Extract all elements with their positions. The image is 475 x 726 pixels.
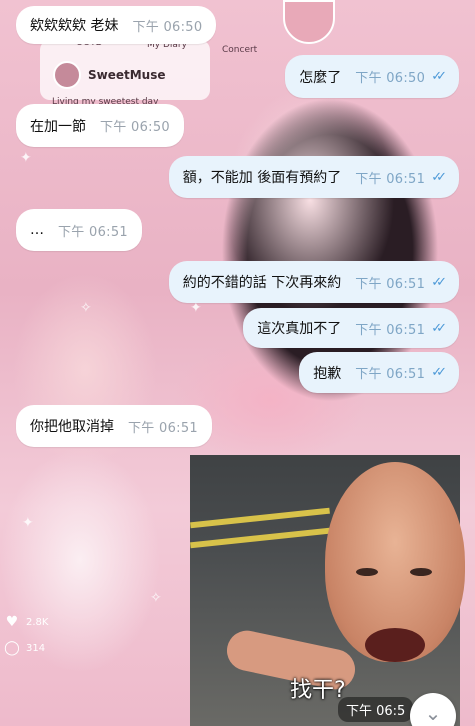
message-time: 下午 06:51	[355, 367, 426, 382]
double-check-icon: ✓✓	[431, 320, 447, 336]
sticker-road-line	[190, 507, 330, 529]
message-text: 欸欸欸欸 老妹	[30, 18, 119, 34]
sticker-road-line	[190, 527, 330, 549]
double-check-icon: ✓✓	[431, 169, 447, 185]
message-text: 約的不錯的話 下次再來約	[182, 275, 342, 291]
sparkle-decoration: ✧	[80, 300, 92, 316]
message-time: 下午 06:51	[355, 322, 426, 338]
sticker-eye	[356, 568, 378, 576]
message-time: 下午 06:51	[355, 171, 426, 187]
wallpaper-likes-count: 2.8K	[26, 616, 49, 628]
message-time: 下午 06:50	[355, 71, 426, 86]
message-text: 額，不能加 後面有預約了	[182, 170, 342, 186]
wallpaper-likes: ♥ 2.8K	[4, 614, 49, 630]
heart-icon: ♥	[5, 614, 19, 630]
comment-icon: ◯	[4, 640, 20, 656]
message-text: 抱歉	[313, 365, 342, 382]
message-bubble-incoming[interactable]: 欸欸欸欸 老妹 下午 06:50	[16, 6, 217, 44]
double-check-icon: ✓✓	[431, 69, 447, 84]
message-time: 下午 06:50	[132, 19, 203, 35]
message-time: 下午 06:50	[100, 120, 170, 135]
message-text: 你把他取消掉	[30, 419, 114, 435]
wallpaper-comments: ◯ 314	[4, 640, 45, 656]
message-time: 下午 06:51	[128, 420, 198, 436]
message-bubble-outgoing[interactable]: 約的不錯的話 下次再來約 下午 06:51 ✓✓	[168, 261, 459, 303]
message-bubble-incoming[interactable]: 你把他取消掉 下午 06:51	[16, 405, 212, 447]
message-bubble-outgoing[interactable]: 抱歉 下午 06:51 ✓✓	[299, 352, 459, 393]
sparkle-decoration: ✦	[20, 150, 32, 166]
wallpaper-label-concert: Concert	[222, 45, 258, 55]
sticker-time: 下午 06:5	[338, 697, 414, 722]
message-text: 在加一節	[30, 118, 86, 135]
message-bubble-outgoing[interactable]: 怎麼了 下午 06:50 ✓✓	[285, 55, 459, 98]
message-time: 下午 06:51	[355, 276, 426, 292]
message-text: 怎麼了	[299, 69, 342, 86]
sticker-eye	[410, 568, 432, 576]
message-bubble-outgoing[interactable]: 額，不能加 後面有預約了 下午 06:51 ✓✓	[168, 156, 459, 198]
message-text: 這次真加不了	[257, 321, 342, 337]
message-text: …	[30, 222, 44, 238]
message-bubble-incoming[interactable]: … 下午 06:51	[16, 209, 142, 251]
sparkle-decoration: ✧	[150, 590, 162, 606]
double-check-icon: ✓✓	[431, 365, 447, 380]
wallpaper-muse-name: SweetMuse	[88, 68, 166, 82]
wallpaper-comments-count: 314	[26, 642, 46, 654]
sticker-mouth	[365, 628, 425, 662]
wallpaper-muse-avatar	[53, 61, 81, 89]
chevron-down-icon: ⌄	[424, 701, 442, 725]
message-time: 下午 06:51	[58, 224, 128, 240]
message-bubble-incoming[interactable]: 在加一節 下午 06:50	[16, 104, 184, 147]
double-check-icon: ✓✓	[431, 274, 447, 290]
sticker-caption: 找干?	[290, 678, 346, 703]
message-bubble-outgoing[interactable]: 這次真加不了 下午 06:51 ✓✓	[243, 308, 459, 348]
sparkle-decoration: ✦	[22, 515, 34, 531]
